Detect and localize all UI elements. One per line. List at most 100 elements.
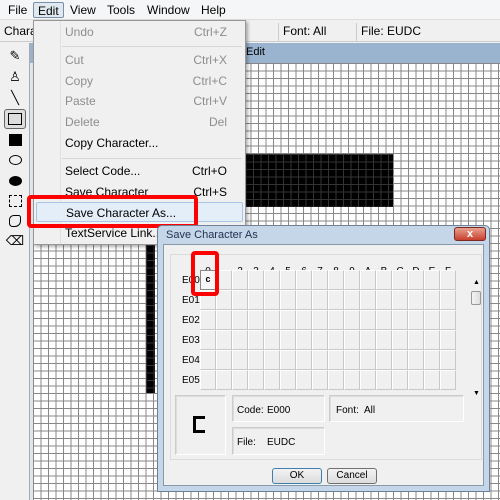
code-cell[interactable]: [280, 350, 296, 370]
menu-item-copy-character[interactable]: Copy Character...: [34, 133, 245, 153]
code-cell[interactable]: [248, 370, 264, 390]
code-cell[interactable]: [248, 270, 264, 290]
code-cell[interactable]: [440, 270, 456, 290]
menu-file[interactable]: File: [4, 2, 31, 18]
code-cell[interactable]: [408, 270, 424, 290]
code-cell[interactable]: [312, 290, 328, 310]
code-cell[interactable]: [424, 270, 440, 290]
code-cell[interactable]: [200, 310, 216, 330]
code-cell[interactable]: [408, 290, 424, 310]
menu-item-copy[interactable]: Copy Ctrl+C: [34, 71, 245, 91]
code-cell[interactable]: [264, 370, 280, 390]
code-cell[interactable]: [216, 350, 232, 370]
code-cell[interactable]: [392, 330, 408, 350]
code-cell[interactable]: [232, 270, 248, 290]
code-cell[interactable]: [376, 290, 392, 310]
code-cell[interactable]: [232, 350, 248, 370]
code-cell[interactable]: [296, 370, 312, 390]
code-cell[interactable]: [328, 310, 344, 330]
hollow-ellipse-icon[interactable]: [4, 150, 26, 170]
code-cell[interactable]: [440, 330, 456, 350]
code-cell[interactable]: [248, 350, 264, 370]
code-cell[interactable]: [424, 310, 440, 330]
scroll-down-icon[interactable]: ▼: [473, 390, 480, 397]
code-cell[interactable]: [232, 310, 248, 330]
menu-window[interactable]: Window: [143, 2, 194, 18]
code-cell[interactable]: [216, 310, 232, 330]
code-cell[interactable]: [328, 370, 344, 390]
code-cell[interactable]: [376, 330, 392, 350]
code-cell[interactable]: [408, 370, 424, 390]
code-cell[interactable]: [296, 290, 312, 310]
code-cell[interactable]: [264, 330, 280, 350]
code-cell[interactable]: [312, 310, 328, 330]
code-cell[interactable]: [424, 350, 440, 370]
code-cell[interactable]: [424, 330, 440, 350]
code-cell[interactable]: [344, 290, 360, 310]
code-cell[interactable]: [408, 310, 424, 330]
code-cell[interactable]: [376, 370, 392, 390]
pencil-icon[interactable]: ✎: [4, 46, 26, 66]
code-cell[interactable]: [360, 290, 376, 310]
code-cell[interactable]: [360, 270, 376, 290]
code-cell[interactable]: [264, 290, 280, 310]
code-cell[interactable]: [232, 370, 248, 390]
code-cell[interactable]: [264, 270, 280, 290]
code-cell[interactable]: [424, 370, 440, 390]
scroll-up-icon[interactable]: ▲: [473, 279, 480, 286]
code-cell[interactable]: [376, 270, 392, 290]
code-cell[interactable]: [344, 310, 360, 330]
code-cell[interactable]: [280, 290, 296, 310]
code-cell[interactable]: [312, 330, 328, 350]
code-cell[interactable]: [216, 370, 232, 390]
scrollbar[interactable]: ▲ ▼: [471, 279, 482, 397]
menu-edit[interactable]: Edit: [33, 2, 64, 18]
code-cell[interactable]: [280, 270, 296, 290]
menu-item-select-code[interactable]: Select Code... Ctrl+O: [34, 161, 245, 181]
code-cell[interactable]: [248, 310, 264, 330]
code-cell[interactable]: [360, 350, 376, 370]
code-cell[interactable]: [312, 370, 328, 390]
code-cell[interactable]: [392, 290, 408, 310]
freeform-select-icon[interactable]: [4, 211, 26, 231]
code-cell[interactable]: [408, 350, 424, 370]
menu-item-undo[interactable]: Undo Ctrl+Z: [34, 22, 245, 42]
code-cell[interactable]: [344, 370, 360, 390]
menu-view[interactable]: View: [66, 2, 100, 18]
line-icon[interactable]: ╲: [4, 88, 26, 108]
code-cell[interactable]: [296, 350, 312, 370]
menu-item-delete[interactable]: Delete Del: [34, 112, 245, 132]
code-cell[interactable]: [312, 350, 328, 370]
menu-help[interactable]: Help: [197, 2, 230, 18]
code-cell[interactable]: [200, 350, 216, 370]
code-cell[interactable]: [440, 370, 456, 390]
filled-ellipse-icon[interactable]: [4, 171, 26, 191]
code-cell[interactable]: [376, 310, 392, 330]
code-cell[interactable]: [232, 290, 248, 310]
code-cell[interactable]: [408, 330, 424, 350]
cancel-button[interactable]: Cancel: [327, 468, 377, 484]
code-cell[interactable]: [440, 350, 456, 370]
menu-item-cut[interactable]: Cut Ctrl+X: [34, 50, 245, 70]
code-cell[interactable]: [296, 330, 312, 350]
code-cell[interactable]: [392, 350, 408, 370]
code-cell[interactable]: [344, 330, 360, 350]
ok-button[interactable]: OK: [272, 468, 322, 484]
code-cell[interactable]: [392, 310, 408, 330]
filled-rectangle-icon[interactable]: [4, 130, 26, 150]
scroll-thumb[interactable]: [471, 291, 481, 305]
code-cell[interactable]: [328, 350, 344, 370]
close-button[interactable]: x: [454, 227, 486, 241]
code-cell[interactable]: [392, 370, 408, 390]
code-cell[interactable]: [392, 270, 408, 290]
code-cell[interactable]: [424, 290, 440, 310]
menu-item-paste[interactable]: Paste Ctrl+V: [34, 91, 245, 111]
code-cell[interactable]: [328, 270, 344, 290]
code-cell[interactable]: [344, 270, 360, 290]
code-cell[interactable]: [248, 330, 264, 350]
code-cell[interactable]: [200, 330, 216, 350]
code-cell[interactable]: [440, 310, 456, 330]
code-cell[interactable]: [264, 350, 280, 370]
code-cell[interactable]: [328, 290, 344, 310]
code-cell[interactable]: [296, 270, 312, 290]
